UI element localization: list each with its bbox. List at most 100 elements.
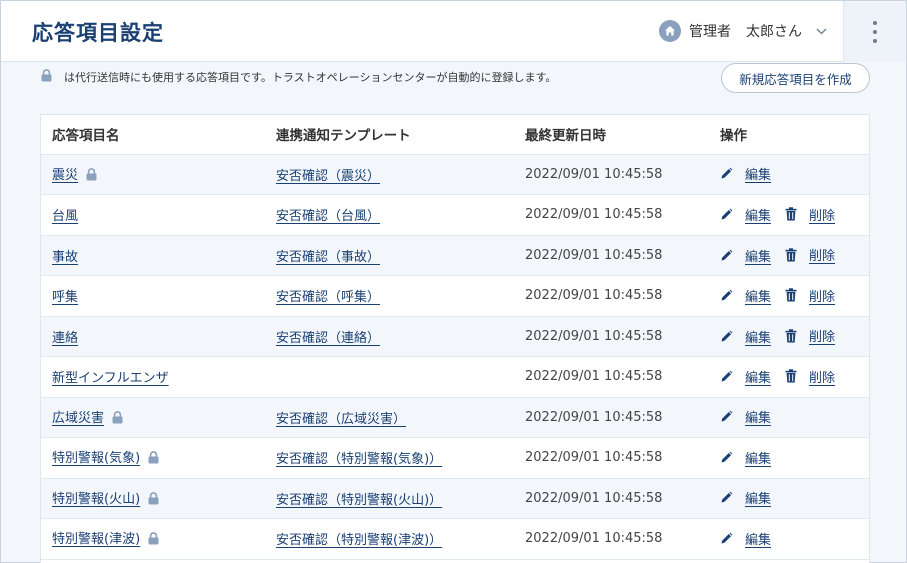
table-row: 呼集 安否確認（呼集） 2022/09/01 10:45:58 編集 削除 xyxy=(41,275,869,317)
pencil-icon xyxy=(720,167,739,180)
updated-timestamp: 2022/09/01 10:45:58 xyxy=(525,328,663,344)
lock-icon xyxy=(112,410,123,428)
chevron-down-icon[interactable] xyxy=(816,28,827,35)
cell-template: 安否確認（事故） xyxy=(265,235,514,276)
item-name-link[interactable]: 特別警報(火山) xyxy=(52,492,140,507)
edit-label: 編集 xyxy=(745,290,772,305)
pencil-icon xyxy=(720,410,739,423)
cell-actions: 編集 xyxy=(709,478,869,519)
pencil-icon xyxy=(720,451,739,464)
edit-button[interactable]: 編集 xyxy=(720,286,771,305)
table-row: 台風 安否確認（台風） 2022/09/01 10:45:58 編集 削除 xyxy=(41,194,869,236)
edit-label: 編集 xyxy=(745,249,772,265)
pencil-icon xyxy=(720,289,739,302)
delete-button[interactable]: 削除 xyxy=(785,245,835,264)
updated-timestamp: 2022/09/01 10:45:58 xyxy=(525,409,663,425)
delete-label: 削除 xyxy=(809,208,836,224)
updated-timestamp: 2022/09/01 10:45:58 xyxy=(525,531,663,547)
user-role: 管理者 xyxy=(689,24,731,40)
edit-button[interactable]: 編集 xyxy=(720,205,771,224)
cell-updated: 2022/09/01 10:45:58 xyxy=(514,275,709,317)
table-row: 広域災害 安否確認（広域災害） 2022/09/01 10:45:58 編集 xyxy=(41,397,869,438)
cell-name: 連絡 xyxy=(41,316,265,357)
item-name-link[interactable]: 連絡 xyxy=(52,331,78,346)
col-header-name: 応答項目名 xyxy=(41,115,265,155)
trash-icon xyxy=(785,369,803,383)
template-link[interactable]: 安否確認（特別警報(津波)） xyxy=(276,533,442,548)
item-name-link[interactable]: 新型インフルエンザ xyxy=(52,371,169,386)
edit-label: 編集 xyxy=(745,532,772,548)
home-icon[interactable] xyxy=(659,20,681,42)
edit-button[interactable]: 編集 xyxy=(720,407,771,426)
edit-button[interactable]: 編集 xyxy=(720,246,771,265)
template-link[interactable]: 安否確認（連絡） xyxy=(276,331,380,346)
notice-text: は代行送信時にも使用する応答項目です。トラストオペレーションセンターが自動的に登… xyxy=(64,71,557,84)
edit-label: 編集 xyxy=(745,330,772,346)
delete-button[interactable]: 削除 xyxy=(785,367,835,386)
edit-label: 編集 xyxy=(745,451,772,467)
cell-updated: 2022/09/01 10:45:58 xyxy=(514,154,709,195)
template-link[interactable]: 安否確認（震災） xyxy=(276,169,380,184)
item-name-link[interactable]: 台風 xyxy=(52,209,78,224)
edit-button[interactable]: 編集 xyxy=(720,529,771,548)
edit-button[interactable]: 編集 xyxy=(720,164,771,183)
updated-timestamp: 2022/09/01 10:45:58 xyxy=(525,166,663,182)
item-name-link[interactable]: 広域災害 xyxy=(52,411,104,426)
edit-label: 編集 xyxy=(745,371,772,386)
cell-name: 特別警報(気象) xyxy=(41,437,265,479)
cell-template: 安否確認（広域災害） xyxy=(265,397,514,438)
updated-timestamp: 2022/09/01 10:45:58 xyxy=(525,450,663,466)
template-link[interactable]: 安否確認（事故） xyxy=(276,250,380,265)
cell-actions: 編集 xyxy=(709,518,869,560)
cell-name: 新型インフルエンザ xyxy=(41,356,265,398)
create-response-item-button[interactable]: 新規応答項目を作成 xyxy=(721,63,870,93)
cell-template: 安否確認（特別警報(津波)） xyxy=(265,518,514,560)
updated-timestamp: 2022/09/01 10:45:58 xyxy=(525,288,663,304)
edit-button[interactable]: 編集 xyxy=(720,367,771,386)
template-link[interactable]: 安否確認（特別警報(気象)） xyxy=(276,452,442,467)
template-link[interactable]: 安否確認（広域災害） xyxy=(276,412,406,427)
response-items-table: 応答項目名 連携通知テンプレート 最終更新日時 操作 震災 安否確認（震災） 202… xyxy=(40,114,870,563)
item-name-link[interactable]: 特別警報(津波) xyxy=(52,532,140,547)
item-name-link[interactable]: 事故 xyxy=(52,250,78,265)
cell-actions: 編集 xyxy=(709,437,869,479)
item-name-link[interactable]: 特別警報(気象) xyxy=(52,451,140,466)
table-header: 応答項目名 連携通知テンプレート 最終更新日時 操作 xyxy=(41,115,869,155)
trash-icon xyxy=(785,288,803,302)
kebab-menu-icon[interactable] xyxy=(843,1,906,62)
delete-button[interactable]: 削除 xyxy=(785,205,835,224)
user-menu[interactable]: 管理者 太郎さん xyxy=(659,19,827,43)
updated-timestamp: 2022/09/01 10:45:58 xyxy=(525,247,663,263)
delete-button[interactable]: 削除 xyxy=(785,286,835,305)
cell-template: 安否確認（特別警報(火山)） xyxy=(265,478,514,519)
delete-label: 削除 xyxy=(809,330,836,345)
item-name-link[interactable]: 震災 xyxy=(52,168,78,183)
table-row: 事故 安否確認（事故） 2022/09/01 10:45:58 編集 削除 xyxy=(41,235,869,276)
notice: は代行送信時にも使用する応答項目です。トラストオペレーションセンターが自動的に登… xyxy=(41,68,556,86)
cell-actions: 編集 削除 xyxy=(709,235,869,276)
lock-icon xyxy=(148,532,159,549)
delete-label: 削除 xyxy=(809,289,836,305)
pencil-icon xyxy=(720,249,739,262)
table-row: 新型インフルエンザ 2022/09/01 10:45:58 編集 削除 xyxy=(41,356,869,398)
pencil-icon xyxy=(720,330,739,343)
delete-button[interactable]: 削除 xyxy=(785,326,835,345)
col-header-updated: 最終更新日時 xyxy=(514,115,709,155)
cell-actions: 編集 削除 xyxy=(709,356,869,398)
template-link[interactable]: 安否確認（特別警報(火山)） xyxy=(276,493,442,508)
col-header-template: 連携通知テンプレート xyxy=(265,115,514,155)
template-link[interactable]: 安否確認（台風） xyxy=(276,209,380,224)
pencil-icon xyxy=(720,370,739,383)
cell-updated: 2022/09/01 10:45:58 xyxy=(514,356,709,398)
template-link[interactable]: 安否確認（呼集） xyxy=(276,290,380,305)
item-name-link[interactable]: 呼集 xyxy=(52,290,78,305)
edit-button[interactable]: 編集 xyxy=(720,488,771,507)
cell-name: 呼集 xyxy=(41,275,265,317)
lock-icon xyxy=(148,491,159,509)
user-name[interactable]: 太郎さん xyxy=(746,21,802,41)
edit-button[interactable]: 編集 xyxy=(720,327,771,346)
edit-button[interactable]: 編集 xyxy=(720,448,771,467)
lock-icon xyxy=(41,69,52,85)
pencil-icon xyxy=(720,532,739,545)
page-title: 応答項目設定 xyxy=(32,21,164,45)
